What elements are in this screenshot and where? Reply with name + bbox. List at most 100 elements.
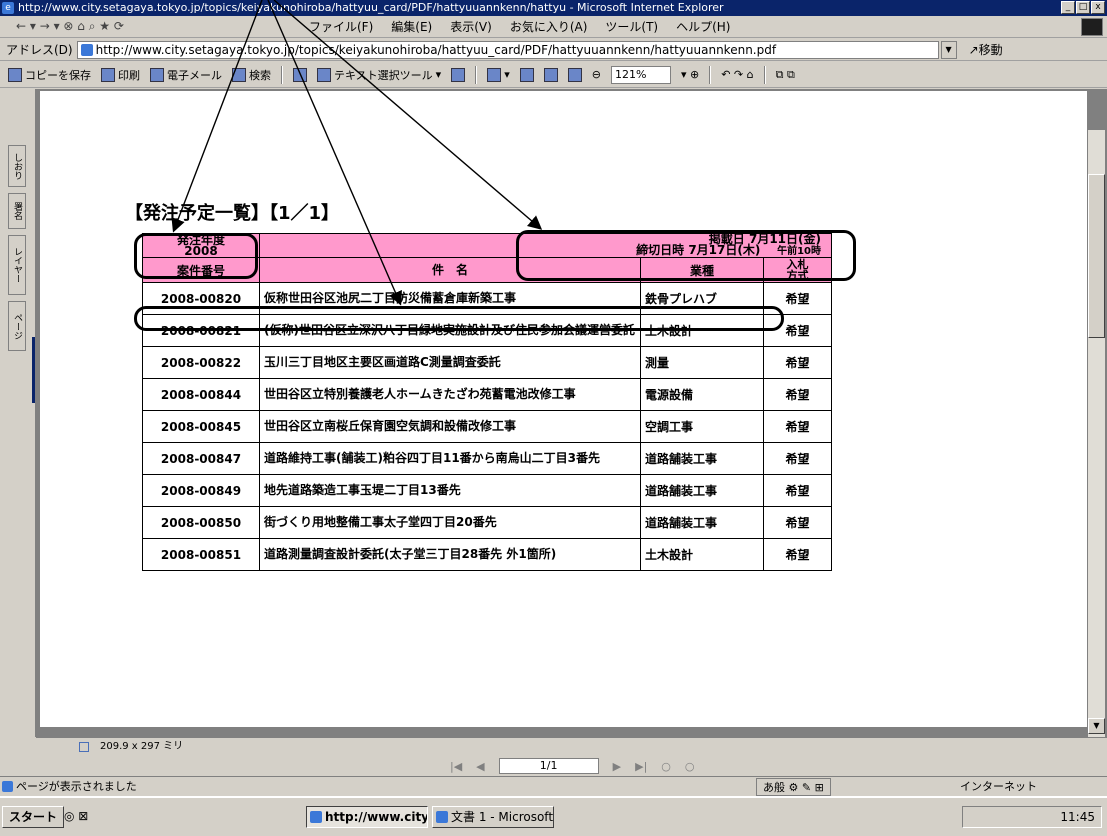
zoom-dropdown-button[interactable]: ▾ ⊕ [681,68,699,81]
address-url: http://www.city.setagaya.tokyo.jp/topics… [95,42,777,57]
case-method: 希望 [763,282,832,315]
case-number: 2008-00847 [142,442,260,475]
page-size-indicator: 209.9 x 297 ミリ [76,740,216,754]
case-method: 希望 [763,378,832,411]
fit-page-button[interactable] [543,67,558,82]
panel-splitter[interactable] [32,337,35,403]
table-row: 2008-00845 世田谷区立南桜丘保育園空気調和設備改修工事 空調工事 希望 [142,410,832,443]
year-value: 2008 [184,243,218,258]
layers-tab[interactable]: レイヤー [8,235,26,295]
case-number: 2008-00850 [142,506,260,539]
go-label: 移動 [978,43,1003,57]
column-header-row: 案件番号 件 名 業種 入札 方式 [142,257,832,283]
go-button[interactable]: ↗移動 [969,41,1003,58]
taskbar-word-window[interactable]: 文書 1 - Microsoft ... [432,806,554,828]
case-type: 鉄骨プレハブ [640,282,764,315]
prev-page-button[interactable]: ◀ [476,760,484,773]
menu-view[interactable]: 表示(V) [441,18,501,35]
minimize-button[interactable]: _ [1061,1,1075,14]
pdf-toolbar: コピーを保存 印刷 電子メール 検索 テキスト選択ツール ▾ ▾ ⊖ 121% … [0,62,1107,88]
search-button[interactable]: 検索 [232,67,271,83]
method-label-2: 方式 [786,269,809,282]
task1-label: http://www.city.... [325,810,428,824]
address-input[interactable]: http://www.city.setagaya.tokyo.jp/topics… [76,40,939,59]
address-dropdown-button[interactable]: ▼ [940,40,957,59]
menu-file[interactable]: ファイル(F) [300,18,382,35]
search-label: 検索 [249,68,271,82]
page-navigation: |◀ ◀ 1/1 ▶ ▶| ○ ○ [450,758,695,774]
text-cursor-icon [317,67,331,82]
page-size-text: 209.9 x 297 ミリ [100,741,184,752]
text-select-button[interactable]: テキスト選択ツール ▾ [317,67,441,83]
hand-icon [293,67,307,82]
menu-help[interactable]: ヘルプ(H) [667,18,739,35]
case-type: 測量 [640,346,764,379]
page-size-icon [79,742,89,752]
next-page-button[interactable]: ▶ [613,760,621,773]
case-type: 土木設計 [640,314,764,347]
case-method: 希望 [763,314,832,347]
pdf-page: 【発注予定一覧】【1／1】 発注年度 2008 掲載日 7月11日(金) 締切日時… [40,91,1087,727]
ime-toolbar[interactable]: あ般 ⚙ ✎ ⊞ [756,778,831,796]
case-method: 希望 [763,506,832,539]
toolbar-separator [709,65,712,84]
case-type: 電源設備 [640,378,764,411]
zoom-field[interactable]: 121% [610,65,671,84]
signatures-tab[interactable]: 署名 [8,193,26,229]
page-icon [80,43,93,56]
table-row: 2008-00850 街づくり用地整備工事太子堂四丁目20番先 道路舗装工事 希望 [142,506,832,539]
clock[interactable]: 11:45 [1060,810,1095,824]
binoculars-icon [232,67,246,82]
table-row: 2008-00847 道路維持工事(舗装工)粕谷四丁目11番から南烏山二丁目3番先… [142,442,832,475]
pages-tab[interactable]: ページ [8,301,26,351]
actual-size-button[interactable] [519,67,534,82]
ie-statusbar: ページが表示されました あ般 ⚙ ✎ ⊞ インターネット [0,776,1107,796]
menu-tools[interactable]: ツール(T) [596,18,667,35]
first-page-button[interactable]: |◀ [450,760,462,773]
hand-tool-button[interactable] [293,67,307,82]
start-button[interactable]: スタート [2,806,65,828]
snapshot-button[interactable] [451,67,466,82]
quick-launch[interactable]: ◎ ⊠ [64,809,88,823]
window-titlebar[interactable]: e http://www.city.setagaya.tokyo.jp/topi… [0,0,1107,16]
toolbar-separator [763,65,766,84]
scroll-down-button[interactable]: ▼ [1088,718,1105,734]
case-number: 2008-00849 [142,474,260,507]
scroll-thumb[interactable] [1088,174,1105,338]
menu-edit[interactable]: 編集(E) [382,18,441,35]
page-icon [567,67,582,82]
document-title: 【発注予定一覧】【1／1】 [125,203,340,224]
nav-buttons[interactable]: ← ▾ → ▾ ⊗ ⌂ ⌕ ★ ⟳ [0,19,300,34]
zoom-tool-button[interactable]: ▾ [487,67,510,82]
last-page-button[interactable]: ▶| [635,760,647,773]
address-label: アドレス(D) [6,43,73,57]
case-number: 2008-00851 [142,538,260,571]
case-method: 希望 [763,442,832,475]
taskbar-ie-window[interactable]: http://www.city.... [306,806,428,828]
rotate-buttons[interactable]: ↶ ↷ ⌂ [721,68,753,81]
menu-favorites[interactable]: お気に入り(A) [501,18,597,35]
case-method: 希望 [763,346,832,379]
case-name: 世田谷区立特別養護老人ホームきたざわ苑蓄電池改修工事 [259,378,641,411]
disk-icon [8,67,22,82]
forward-view-button[interactable]: ○ [685,760,695,773]
case-method: 希望 [763,410,832,443]
close-button[interactable]: x [1091,1,1105,14]
zoom-out-button[interactable]: ⊖ [592,68,601,81]
dates-header: 掲載日 7月11日(金) 締切日時 7月17日(木) 午前10時 [259,233,832,258]
table-row: 2008-00844 世田谷区立特別養護老人ホームきたざわ苑蓄電池改修工事 電源設備… [142,378,832,411]
page-number-field[interactable]: 1/1 [498,758,599,774]
fit-width-button[interactable] [567,67,582,82]
vertical-scrollbar[interactable] [1088,130,1105,740]
print-button[interactable]: 印刷 [101,67,140,83]
help-buttons[interactable]: ⧉ ⧉ [776,68,795,82]
save-copy-button[interactable]: コピーを保存 [8,67,91,83]
table-row: 2008-00820 仮称世田谷区池尻二丁目防災備蓄倉庫新築工事 鉄骨プレハブ 希望 [142,282,832,315]
case-name: 道路維持工事(舗装工)粕谷四丁目11番から南烏山二丁目3番先 [259,442,641,475]
back-view-button[interactable]: ○ [661,760,671,773]
email-button[interactable]: 電子メール [150,67,222,83]
internet-explorer-icon [310,811,322,823]
bookmarks-tab[interactable]: しおり [8,145,26,187]
window-title: http://www.city.setagaya.tokyo.jp/topics… [18,1,724,14]
maximize-button[interactable]: □ [1076,1,1090,14]
